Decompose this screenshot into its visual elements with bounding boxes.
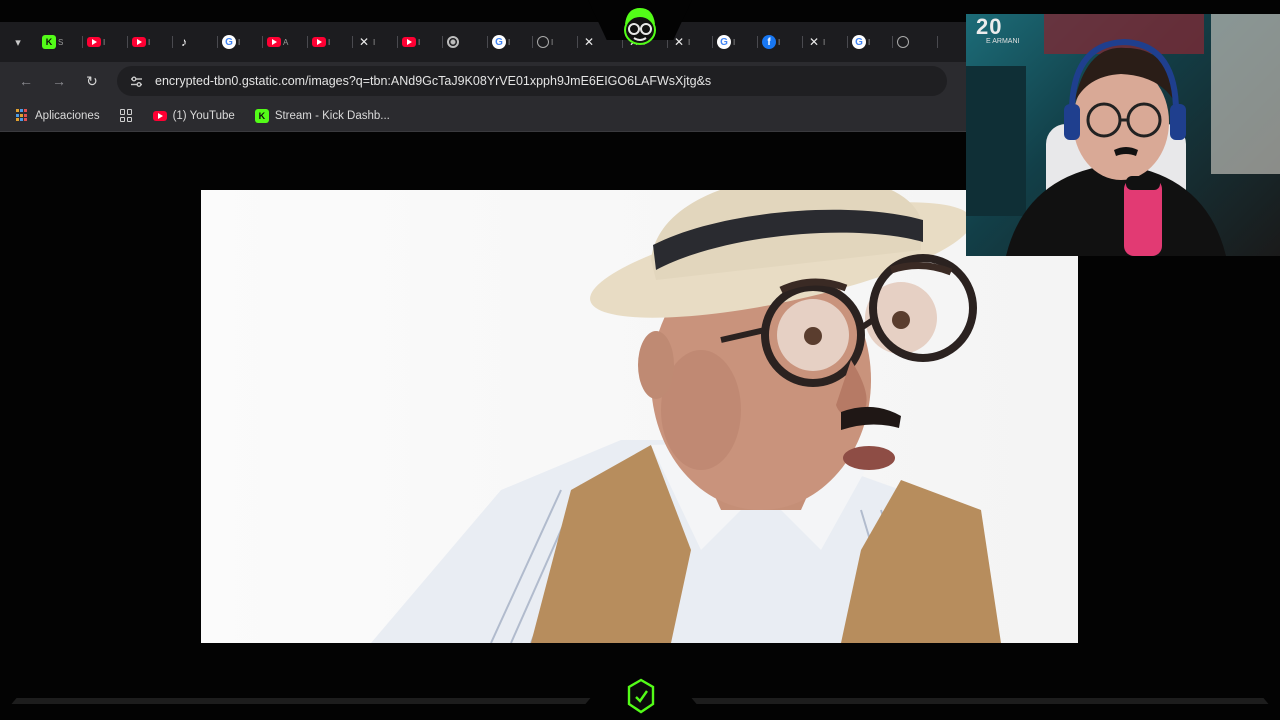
x-icon: ✕ [358,35,370,49]
bookmark-youtube-label: (1) YouTube [172,109,235,122]
bookmark-apps-label: Aplicaciones [35,109,100,122]
browser-tab[interactable]: GI [713,27,758,57]
webcam-overlay: 20 E ARMANI [966,14,1280,256]
browser-tab[interactable]: I [398,27,443,57]
streamer-figure [1006,14,1280,256]
displayed-photo [201,190,1078,643]
browser-tab[interactable] [893,27,938,57]
browser-tab[interactable]: I [308,27,353,57]
tab-title: I [733,37,736,47]
back-button[interactable]: ← [12,67,40,95]
stream-layout: ▾ KSII♪GIAI✕IIGII✕✕I✕IGIfI✕IGI ← → ↻ enc… [0,0,1280,720]
tab-title: I [778,37,781,47]
tab-groups-icon [119,109,133,122]
browser-tab[interactable]: fI [758,27,803,57]
x-icon: ✕ [583,35,595,49]
tab-title: I [688,37,691,47]
tab-title: I [328,37,331,47]
man-with-hat-photo [371,190,1001,643]
browser-tab[interactable]: A [263,27,308,57]
tab-list: KSII♪GIAI✕IIGII✕✕I✕IGIfI✕IGI [38,27,938,57]
bookmark-kick-label: Stream - Kick Dashb... [274,109,390,122]
browser-tab[interactable]: I [128,27,173,57]
tab-title: I [373,37,376,47]
kick-icon: K [254,108,269,123]
youtube-icon [87,37,101,47]
apps-grid-icon [16,109,29,122]
google-icon: G [492,35,506,49]
forward-button[interactable]: → [45,67,73,95]
tab-groups-button[interactable] [116,104,137,128]
tab-title: I [238,37,241,47]
tiktok-icon: ♪ [181,35,187,49]
globe-icon [897,36,909,48]
browser-tab[interactable]: ✕I [803,27,848,57]
url-text: encrypted-tbn0.gstatic.com/images?q=tbn:… [155,74,712,88]
facebook-icon: f [762,35,776,49]
bookmark-youtube[interactable]: (1) YouTube [149,104,239,128]
google-icon: G [222,35,236,49]
tab-title: I [418,37,421,47]
tab-search-button[interactable]: ▾ [8,32,28,52]
browser-tab[interactable]: ♪ [173,27,218,57]
browser-tabstrip: ▾ KSII♪GIAI✕IIGII✕✕I✕IGIfI✕IGI [0,22,966,62]
tab-title: I [508,37,511,47]
youtube-icon [267,37,281,47]
youtube-icon [402,37,416,47]
overlay-bottom-bar-right [691,698,1269,704]
google-icon: G [717,35,731,49]
bookmark-apps[interactable]: Aplicaciones [12,104,104,128]
google-icon: G [852,35,866,49]
browser-tab[interactable]: I [533,27,578,57]
chrome-icon [447,36,459,48]
tab-title: I [103,37,106,47]
globe-icon [537,36,549,48]
tab-title: A [283,37,289,47]
tab-separator [937,36,938,48]
bookmark-kick[interactable]: K Stream - Kick Dashb... [251,104,394,128]
bookmarks-bar: Aplicaciones (1) YouTube K Stream - Kick… [0,100,966,132]
browser-tab[interactable]: GI [488,27,533,57]
browser-tab[interactable]: I [83,27,128,57]
reload-button[interactable]: ↻ [78,67,106,95]
browser-tab[interactable] [443,27,488,57]
tab-title: S [58,37,64,47]
youtube-icon [132,37,146,47]
tab-title: I [823,37,826,47]
tab-title: I [148,37,151,47]
overlay-bottom-bar-left [11,698,591,704]
address-bar[interactable]: encrypted-tbn0.gstatic.com/images?q=tbn:… [117,66,947,96]
browser-toolbar: ← → ↻ encrypted-tbn0.gstatic.com/images?… [0,62,966,100]
youtube-icon [152,110,167,121]
browser-tab[interactable]: ✕I [353,27,398,57]
mascot-logo-icon [624,8,656,45]
tab-title: I [868,37,871,47]
youtube-icon [312,37,326,47]
browser-tab[interactable]: GI [218,27,263,57]
browser-tab[interactable]: GI [848,27,893,57]
kick-icon: K [42,35,56,49]
site-settings-icon[interactable] [125,70,147,92]
kick-badge-icon [627,678,655,714]
tab-title: I [551,37,554,47]
browser-tab[interactable]: KS [38,27,83,57]
x-icon: ✕ [808,35,820,49]
